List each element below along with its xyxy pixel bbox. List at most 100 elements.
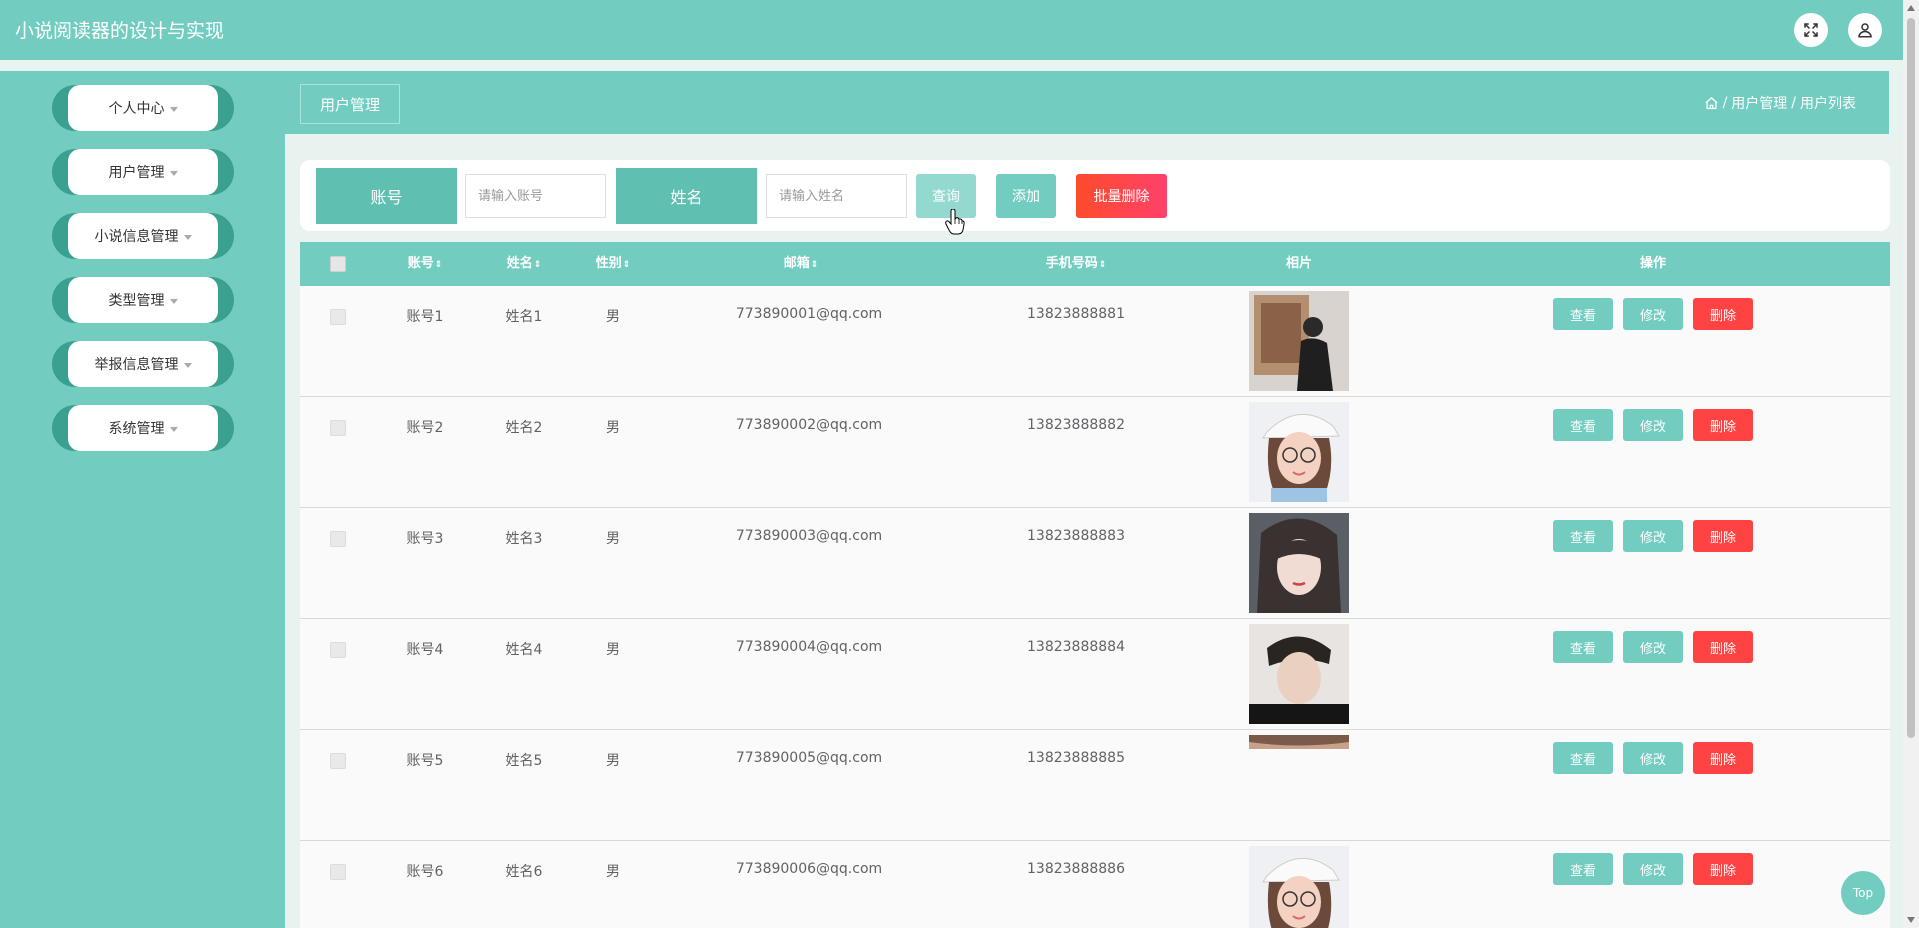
column-header-name[interactable]: 姓名⇕ bbox=[507, 242, 542, 286]
cell-phone: 13823888883 bbox=[1027, 528, 1125, 544]
cell-gender: 男 bbox=[606, 420, 620, 436]
sidebar-item-label: 类型管理 bbox=[108, 293, 165, 309]
caret-down-icon bbox=[183, 234, 192, 240]
edit-button[interactable]: 修改 bbox=[1623, 298, 1683, 330]
sidebar-item-personal-center[interactable]: 个人中心 bbox=[52, 85, 234, 131]
add-button[interactable]: 添加 bbox=[996, 174, 1056, 218]
hand-cursor-icon bbox=[945, 209, 965, 235]
account-input[interactable] bbox=[465, 174, 606, 218]
cell-account: 账号5 bbox=[406, 753, 444, 769]
edit-button[interactable]: 修改 bbox=[1623, 631, 1683, 663]
table-row: 账号4 姓名4 男 773890004@qq.com 13823888884 查… bbox=[300, 619, 1890, 730]
edit-button[interactable]: 修改 bbox=[1623, 742, 1683, 774]
header-divider bbox=[0, 60, 1919, 71]
table-row: 账号2 姓名2 男 773890002@qq.com 13823888882 查… bbox=[300, 397, 1890, 508]
table-row: 账号6 姓名6 男 773890006@qq.com 13823888886 查… bbox=[300, 841, 1890, 928]
delete-button[interactable]: 删除 bbox=[1693, 298, 1753, 330]
current-page-tab[interactable]: 用户管理 bbox=[300, 84, 400, 124]
view-button[interactable]: 查看 bbox=[1553, 298, 1613, 330]
scroll-up-icon[interactable] bbox=[1907, 5, 1915, 11]
page-scrollbar[interactable] bbox=[1903, 0, 1919, 928]
cell-email: 773890006@qq.com bbox=[735, 861, 883, 877]
row-checkbox[interactable] bbox=[330, 753, 346, 769]
row-checkbox[interactable] bbox=[330, 420, 346, 436]
view-button[interactable]: 查看 bbox=[1553, 409, 1613, 441]
breadcrumb-separator: / bbox=[1722, 95, 1728, 111]
row-checkbox[interactable] bbox=[330, 309, 346, 325]
user-photo bbox=[1249, 735, 1349, 749]
caret-down-icon bbox=[169, 106, 178, 112]
column-header-account[interactable]: 账号⇕ bbox=[408, 242, 443, 286]
cell-email: 773890003@qq.com bbox=[735, 528, 883, 544]
delete-button[interactable]: 删除 bbox=[1693, 853, 1753, 885]
sidebar-item-label: 用户管理 bbox=[108, 165, 165, 181]
caret-down-icon bbox=[169, 298, 178, 304]
column-header-photo: 相片 bbox=[1285, 256, 1313, 271]
cell-gender: 男 bbox=[606, 753, 620, 769]
column-header-email[interactable]: 邮箱⇕ bbox=[784, 242, 819, 286]
user-photo bbox=[1249, 624, 1349, 724]
cell-name: 姓名2 bbox=[505, 420, 543, 436]
sort-icon: ⇕ bbox=[1098, 260, 1107, 270]
cell-name: 姓名4 bbox=[505, 642, 543, 658]
name-input[interactable] bbox=[766, 174, 907, 218]
view-button[interactable]: 查看 bbox=[1553, 853, 1613, 885]
view-button[interactable]: 查看 bbox=[1553, 742, 1613, 774]
delete-button[interactable]: 删除 bbox=[1693, 742, 1753, 774]
user-photo bbox=[1249, 402, 1349, 502]
row-checkbox[interactable] bbox=[330, 864, 346, 880]
cell-phone: 13823888885 bbox=[1027, 750, 1125, 766]
cell-account: 账号3 bbox=[406, 531, 444, 547]
back-to-top-button[interactable]: Top bbox=[1841, 871, 1885, 915]
fullscreen-icon bbox=[1804, 23, 1818, 37]
column-header-gender[interactable]: 性别⇕ bbox=[596, 242, 631, 286]
delete-button[interactable]: 删除 bbox=[1693, 520, 1753, 552]
sidebar-item-label: 小说信息管理 bbox=[94, 229, 179, 245]
column-header-actions: 操作 bbox=[1639, 256, 1667, 271]
sidebar-item-report-management[interactable]: 举报信息管理 bbox=[52, 341, 234, 387]
sidebar: 个人中心 用户管理 小说信息管理 类型管理 举报信息管理 系统管理 bbox=[0, 71, 285, 928]
column-header-phone[interactable]: 手机号码⇕ bbox=[1046, 242, 1107, 286]
account-label: 账号 bbox=[316, 168, 457, 224]
cell-account: 账号2 bbox=[406, 420, 444, 436]
user-photo bbox=[1249, 291, 1349, 391]
select-all-checkbox[interactable] bbox=[330, 256, 346, 272]
sidebar-item-system-management[interactable]: 系统管理 bbox=[52, 405, 234, 451]
fullscreen-button[interactable] bbox=[1794, 13, 1828, 47]
sidebar-item-label: 系统管理 bbox=[108, 421, 165, 437]
edit-button[interactable]: 修改 bbox=[1623, 853, 1683, 885]
sidebar-item-user-management[interactable]: 用户管理 bbox=[52, 149, 234, 195]
sidebar-item-type-management[interactable]: 类型管理 bbox=[52, 277, 234, 323]
view-button[interactable]: 查看 bbox=[1553, 631, 1613, 663]
edit-button[interactable]: 修改 bbox=[1623, 409, 1683, 441]
search-form: 账号 姓名 查询 添加 批量删除 bbox=[300, 160, 1890, 231]
cell-phone: 13823888881 bbox=[1027, 306, 1125, 322]
user-photo bbox=[1249, 513, 1349, 613]
cell-email: 773890004@qq.com bbox=[735, 639, 883, 655]
cell-email: 773890001@qq.com bbox=[735, 306, 883, 322]
view-button[interactable]: 查看 bbox=[1553, 520, 1613, 552]
sidebar-item-novel-management[interactable]: 小说信息管理 bbox=[52, 213, 234, 259]
cell-name: 姓名3 bbox=[505, 531, 543, 547]
breadcrumb-item-user-management[interactable]: 用户管理 bbox=[1731, 93, 1787, 113]
cell-phone: 13823888886 bbox=[1027, 861, 1125, 877]
row-checkbox[interactable] bbox=[330, 642, 346, 658]
scroll-down-icon[interactable] bbox=[1907, 917, 1915, 923]
cell-gender: 男 bbox=[606, 864, 620, 880]
breadcrumb-bar: 用户管理 / 用户管理 / 用户列表 bbox=[285, 71, 1889, 134]
sidebar-item-label: 个人中心 bbox=[108, 101, 165, 117]
name-label: 姓名 bbox=[616, 168, 757, 224]
user-icon bbox=[1858, 23, 1872, 38]
row-checkbox[interactable] bbox=[330, 531, 346, 547]
cell-gender: 男 bbox=[606, 309, 620, 325]
home-icon[interactable] bbox=[1704, 96, 1719, 111]
cell-email: 773890005@qq.com bbox=[735, 750, 883, 766]
user-button[interactable] bbox=[1848, 13, 1882, 47]
scroll-thumb[interactable] bbox=[1907, 18, 1915, 738]
delete-button[interactable]: 删除 bbox=[1693, 631, 1753, 663]
delete-button[interactable]: 删除 bbox=[1693, 409, 1753, 441]
batch-delete-button[interactable]: 批量删除 bbox=[1076, 174, 1167, 218]
edit-button[interactable]: 修改 bbox=[1623, 520, 1683, 552]
cell-account: 账号4 bbox=[406, 642, 444, 658]
top-header: 小说阅读器的设计与实现 bbox=[0, 0, 1919, 60]
